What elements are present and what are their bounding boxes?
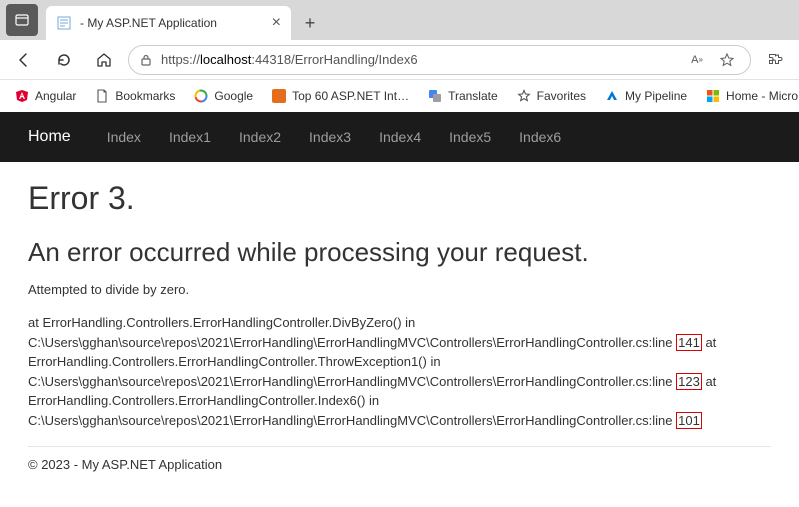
nav-index3[interactable]: Index3	[295, 112, 365, 162]
nav-brand[interactable]: Home	[14, 112, 93, 162]
nav-index4[interactable]: Index4	[365, 112, 435, 162]
error-title: Error 3.	[28, 180, 771, 217]
bookmark-bookmarks[interactable]: Bookmarks	[88, 85, 181, 107]
angular-icon	[14, 88, 30, 104]
microsoft-icon	[705, 88, 721, 104]
bookmark-pipeline[interactable]: My Pipeline	[598, 85, 693, 107]
line-number-3: 101	[676, 412, 702, 429]
error-message: Attempted to divide by zero.	[28, 282, 771, 297]
reader-mode-icon[interactable]: A»	[684, 47, 710, 73]
nav-index[interactable]: Index	[93, 112, 155, 162]
favorite-star-icon[interactable]	[714, 47, 740, 73]
browser-tab[interactable]: - My ASP.NET Application ×	[46, 6, 291, 40]
divider	[28, 446, 771, 447]
line-number-2: 123	[676, 373, 702, 390]
dotnet-icon	[271, 88, 287, 104]
tab-actions-button[interactable]	[6, 4, 38, 36]
nav-index2[interactable]: Index2	[225, 112, 295, 162]
nav-index1[interactable]: Index1	[155, 112, 225, 162]
tab-close-button[interactable]: ×	[272, 14, 281, 32]
translate-icon	[427, 88, 443, 104]
tab-title: - My ASP.NET Application	[80, 16, 264, 30]
extensions-icon[interactable]	[759, 44, 791, 76]
bookmark-angular[interactable]: Angular	[8, 85, 82, 107]
stack-trace: at ErrorHandling.Controllers.ErrorHandli…	[28, 313, 771, 430]
nav-index5[interactable]: Index5	[435, 112, 505, 162]
google-icon	[193, 88, 209, 104]
bookmark-aspnet[interactable]: Top 60 ASP.NET Int…	[265, 85, 415, 107]
bookmarks-bar: Angular Bookmarks Google Top 60 ASP.NET …	[0, 80, 799, 112]
site-info-icon[interactable]	[139, 53, 153, 67]
address-bar[interactable]: https://localhost:44318/ErrorHandling/In…	[128, 45, 751, 75]
bookmark-translate[interactable]: Translate	[421, 85, 504, 107]
page-content: Error 3. An error occurred while process…	[0, 162, 799, 490]
nav-index6[interactable]: Index6	[505, 112, 575, 162]
line-number-1: 141	[676, 334, 702, 351]
bookmark-ms-home[interactable]: Home - Micro	[699, 85, 799, 107]
footer-text: © 2023 - My ASP.NET Application	[28, 457, 771, 472]
url-text: https://localhost:44318/ErrorHandling/In…	[161, 52, 676, 67]
tab-favicon	[56, 15, 72, 31]
bookmark-google[interactable]: Google	[187, 85, 259, 107]
azure-icon	[604, 88, 620, 104]
refresh-button[interactable]	[48, 44, 80, 76]
browser-tab-strip: - My ASP.NET Application × +	[0, 0, 799, 40]
star-icon	[516, 88, 532, 104]
home-button[interactable]	[88, 44, 120, 76]
error-heading: An error occurred while processing your …	[28, 237, 771, 268]
back-button[interactable]	[8, 44, 40, 76]
file-icon	[94, 88, 110, 104]
site-navbar: Home Index Index1 Index2 Index3 Index4 I…	[0, 112, 799, 162]
new-tab-button[interactable]: +	[295, 8, 325, 38]
bookmark-favorites[interactable]: Favorites	[510, 85, 592, 107]
browser-toolbar: https://localhost:44318/ErrorHandling/In…	[0, 40, 799, 80]
